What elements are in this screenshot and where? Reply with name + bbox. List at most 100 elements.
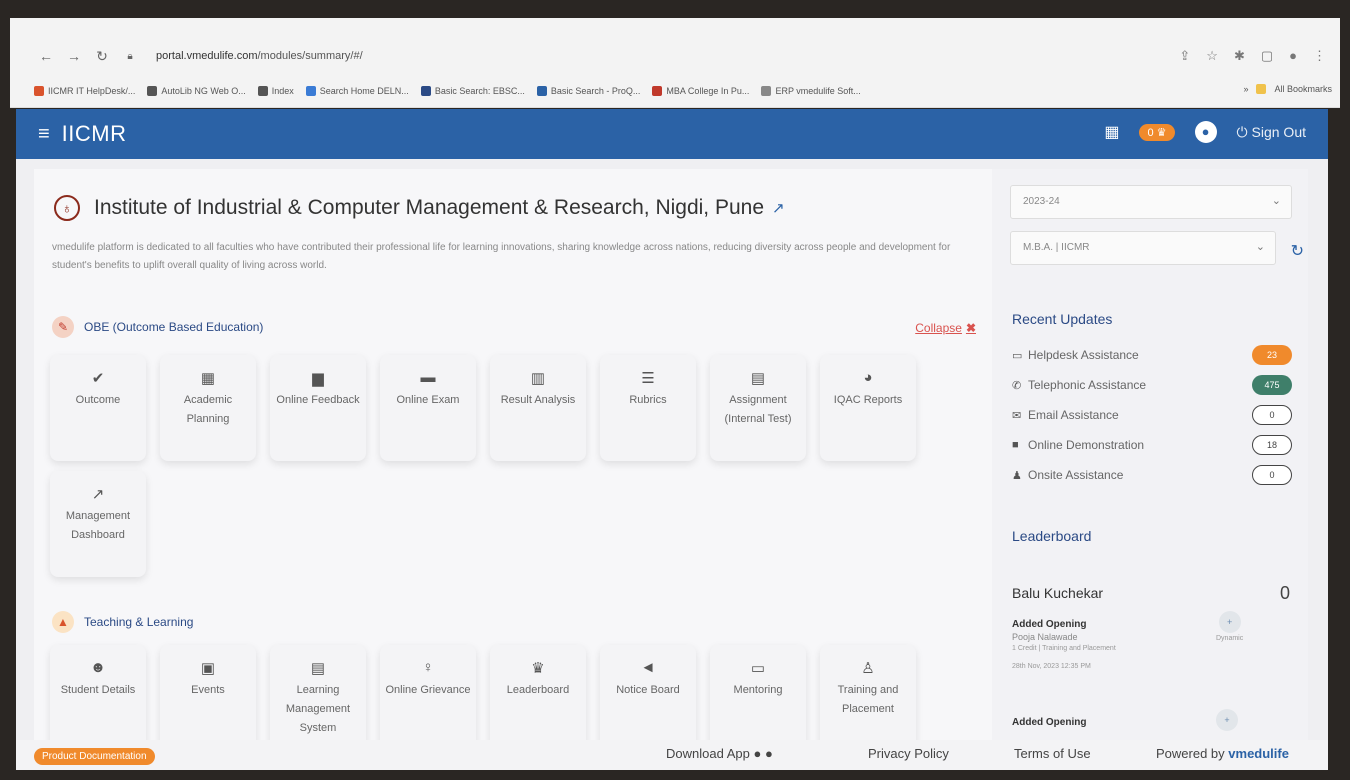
apps-grid-icon[interactable]: ▦ — [1104, 122, 1119, 142]
trophy-badge[interactable]: 0 ♛ — [1139, 123, 1175, 141]
reload-icon[interactable]: ↻ — [88, 48, 116, 65]
android-icon: ● — [753, 746, 762, 761]
more-bookmarks-button[interactable]: » — [1243, 84, 1248, 94]
entry-points: + — [1216, 709, 1238, 733]
site-info-icon[interactable]: 🔒︎ — [116, 51, 144, 62]
collapse-label: Collapse — [915, 321, 962, 335]
update-row[interactable]: ✆ Telephonic Assistance 475 — [1012, 375, 1292, 395]
bookmark-item[interactable]: Index — [257, 86, 294, 96]
leader-name: Balu Kuchekar — [1012, 585, 1104, 601]
module-label: Mentoring — [733, 684, 783, 696]
module-tile[interactable]: ▤ Learning Management System — [270, 645, 366, 751]
module-tile[interactable]: ▣ Events — [160, 645, 256, 751]
module-tile[interactable]: ↗ Management Dashboard — [50, 471, 146, 577]
module-tile[interactable]: ▥ Result Analysis — [490, 355, 586, 461]
module-tile[interactable]: ♀ Online Grievance — [380, 645, 476, 751]
module-icon: ◕ — [863, 369, 873, 386]
bookmark-label: Basic Search: EBSC... — [434, 86, 525, 96]
bookmark-item[interactable]: IICMR IT HelpDesk/... — [34, 86, 135, 96]
update-icon: ✆ — [1012, 379, 1022, 392]
module-tile[interactable]: ◕ IQAC Reports — [820, 355, 916, 461]
sidepanel-icon[interactable]: ▢ — [1261, 48, 1273, 64]
recent-updates-title: Recent Updates — [1012, 311, 1113, 327]
entry-points: + Dynamic — [1216, 611, 1243, 642]
bookmark-item[interactable]: ERP vmedulife Soft... — [761, 86, 861, 96]
update-row[interactable]: ♟ Onsite Assistance 0 — [1012, 465, 1292, 485]
year-select[interactable]: 2023-24 ⌄ — [1010, 185, 1292, 219]
update-icon: ✉ — [1012, 409, 1022, 422]
download-app-link[interactable]: Download App ● ● — [666, 746, 773, 761]
update-icon: ▭ — [1012, 349, 1023, 362]
module-label: Leaderboard — [506, 684, 570, 696]
module-icon: ♛ — [531, 660, 545, 677]
update-count-badge: 0 — [1252, 405, 1292, 425]
address-bar-row: ← → ↻ 🔒︎ portal.vmedulife.com/modules/su… — [10, 36, 1340, 76]
institute-description: vmedulife platform is dedicated to all f… — [52, 242, 951, 271]
teaching-section-header[interactable]: ▲ Teaching & Learning — [52, 611, 193, 633]
module-icon: ▥ — [530, 370, 546, 387]
update-label: Online Demonstration — [1028, 438, 1145, 452]
module-label: IQAC Reports — [833, 394, 903, 406]
powered-prefix: Powered by — [1156, 746, 1225, 761]
entry-tag: Dynamic — [1216, 635, 1244, 642]
module-tile[interactable]: ♛ Leaderboard — [490, 645, 586, 751]
terms-of-use-link[interactable]: Terms of Use — [1014, 746, 1091, 761]
module-tile[interactable]: ▆ Online Feedback — [270, 355, 366, 461]
forward-icon[interactable]: → — [60, 48, 88, 64]
product-documentation-button[interactable]: Product Documentation — [34, 748, 155, 765]
update-row[interactable]: ■ Online Demonstration 18 — [1012, 435, 1292, 455]
bookmark-label: Search Home DELN... — [319, 86, 409, 96]
module-icon: ♀ — [422, 659, 434, 676]
bookmark-label: MBA College In Pu... — [666, 86, 750, 96]
bookmark-item[interactable]: Basic Search - ProQ... — [536, 86, 641, 96]
external-link-icon[interactable]: ↗ — [772, 199, 785, 217]
hamburger-menu-icon[interactable]: ≡ — [38, 123, 50, 146]
privacy-policy-link[interactable]: Privacy Policy — [868, 746, 949, 761]
module-icon: ▭ — [750, 660, 766, 677]
chevron-down-icon: ⌄ — [1255, 241, 1265, 253]
module-label: Academic Planning — [183, 394, 233, 425]
update-count-badge: 475 — [1252, 375, 1292, 395]
module-tile[interactable]: ☻ Student Details — [50, 645, 146, 751]
all-bookmarks-button[interactable]: All Bookmarks — [1274, 84, 1332, 94]
module-icon: ▆ — [312, 370, 324, 387]
module-tile[interactable]: ▦ Academic Planning — [160, 355, 256, 461]
sign-out-button[interactable]: ⏻ Sign Out — [1237, 124, 1306, 141]
powered-brand[interactable]: vmedulife — [1228, 746, 1289, 761]
bookmark-label: ERP vmedulife Soft... — [775, 86, 861, 96]
module-tile[interactable]: ☰ Rubrics — [600, 355, 696, 461]
module-label: Outcome — [75, 394, 121, 406]
update-row[interactable]: ▭ Helpdesk Assistance 23 — [1012, 345, 1292, 365]
update-row[interactable]: ✉ Email Assistance 0 — [1012, 405, 1292, 425]
entry-person: Pooja Nalawade — [1012, 632, 1078, 642]
extensions-icon[interactable]: ✱ — [1234, 48, 1245, 64]
module-tile[interactable]: ✔ Outcome — [50, 355, 146, 461]
module-tile[interactable]: ▭ Mentoring — [710, 645, 806, 751]
profile-icon[interactable]: ● — [1289, 48, 1297, 64]
obe-section-header[interactable]: ✎ OBE (Outcome Based Education) — [52, 316, 263, 338]
leaderboard-entry: Added Opening Pooja Nalawade 1 Credit | Tr… — [1012, 619, 1116, 673]
back-icon[interactable]: ← — [32, 48, 60, 64]
bookmark-item[interactable]: Basic Search: EBSC... — [420, 86, 525, 96]
bookmark-item[interactable]: MBA College In Pu... — [652, 86, 749, 96]
entry-title: Added Opening — [1012, 619, 1087, 630]
bookmark-favicon-icon — [34, 86, 44, 96]
program-select[interactable]: M.B.A. | IICMR ⌄ — [1010, 231, 1276, 265]
module-tile[interactable]: ▤ Assignment (Internal Test) — [710, 355, 806, 461]
star-icon[interactable]: ☆ — [1206, 48, 1218, 64]
menu-icon[interactable]: ⋮ — [1313, 48, 1326, 64]
module-tile[interactable]: ▬ Online Exam — [380, 355, 476, 461]
update-label: Telephonic Assistance — [1028, 378, 1147, 392]
collapse-button[interactable]: Collapse ✖ — [915, 321, 976, 335]
bookmark-label: Basic Search - ProQ... — [550, 86, 641, 96]
url-field[interactable]: portal.vmedulife.com/modules/summary/#/ — [156, 50, 363, 62]
module-tile[interactable]: ♙ Training and Placement — [820, 645, 916, 751]
leader-score: 0 — [1279, 583, 1290, 603]
refresh-icon[interactable]: ↻ — [1291, 241, 1304, 261]
bookmark-item[interactable]: Search Home DELN... — [305, 86, 409, 96]
module-tile[interactable]: ◄ Notice Board — [600, 645, 696, 751]
bookmark-item[interactable]: AutoLib NG Web O... — [147, 86, 246, 96]
power-icon: ⏻ — [1236, 123, 1248, 140]
share-icon[interactable]: ⇪ — [1179, 48, 1190, 64]
user-avatar-icon[interactable]: ● — [1194, 121, 1217, 143]
